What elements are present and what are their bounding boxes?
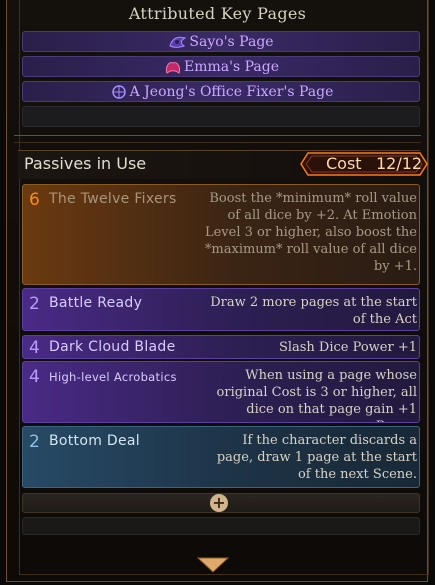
- passive-card[interactable]: 2 Battle Ready Draw 2 more pages at the …: [22, 288, 420, 331]
- passive-description: If the character discards a page, draw 1…: [216, 433, 417, 482]
- passive-name: Bottom Deal: [49, 433, 140, 449]
- passive-card[interactable]: 2 Bottom Deal If the character discards …: [22, 426, 420, 488]
- key-page-a-jeong[interactable]: A Jeong's Office Fixer's Page: [22, 81, 420, 102]
- empty-passive-slot[interactable]: [22, 517, 420, 535]
- key-pages-title: Attributed Key Pages: [128, 4, 307, 23]
- cost-label: Cost: [326, 154, 362, 173]
- passives-title: Passives in Use: [24, 154, 147, 173]
- key-page-empty-slot[interactable]: [22, 106, 420, 127]
- key-page-label: Sayo's Page: [189, 33, 274, 50]
- key-page-sayo[interactable]: Sayo's Page: [22, 31, 420, 52]
- passive-card[interactable]: 6 The Twelve Fixers Boost the *minimum* …: [22, 184, 420, 285]
- passive-cost: 6: [29, 190, 40, 210]
- cost-badge: Cost 12/12: [298, 152, 428, 176]
- section-divider: [14, 135, 421, 143]
- key-page-label: A Jeong's Office Fixer's Page: [129, 83, 334, 100]
- plus-circle-icon[interactable]: +: [210, 494, 228, 512]
- sayo-emblem-icon: [169, 36, 187, 48]
- passive-name: High-level Acrobatics: [49, 370, 177, 384]
- passive-cost: 4: [29, 338, 40, 358]
- key-page-label: Emma's Page: [184, 58, 279, 75]
- a-jeong-emblem-icon: [111, 84, 126, 99]
- passive-cost: 4: [29, 367, 40, 387]
- passive-card[interactable]: 4 Dark Cloud Blade Slash Dice Power +1: [22, 335, 420, 359]
- passive-name: Dark Cloud Blade: [49, 339, 176, 355]
- passive-cost: 2: [29, 294, 40, 314]
- passive-description: Slash Dice Power +1: [278, 340, 417, 355]
- emma-emblem-icon: [166, 61, 180, 74]
- passive-description: Draw 2 more pages at the start of the Ac…: [210, 295, 417, 327]
- cost-value: 12/12: [376, 154, 423, 173]
- passive-description: When using a page whose original Cost is…: [216, 368, 417, 422]
- passive-name: The Twelve Fixers: [49, 191, 177, 207]
- passive-cost: 2: [29, 432, 40, 452]
- passive-description: Boost the *minimum* roll value of all di…: [204, 191, 417, 274]
- key-page-emma[interactable]: Emma's Page: [22, 56, 420, 77]
- chevron-down-icon[interactable]: [197, 557, 229, 573]
- passive-card[interactable]: 4 High-level Acrobatics When using a pag…: [22, 361, 420, 423]
- passive-name: Battle Ready: [49, 295, 143, 311]
